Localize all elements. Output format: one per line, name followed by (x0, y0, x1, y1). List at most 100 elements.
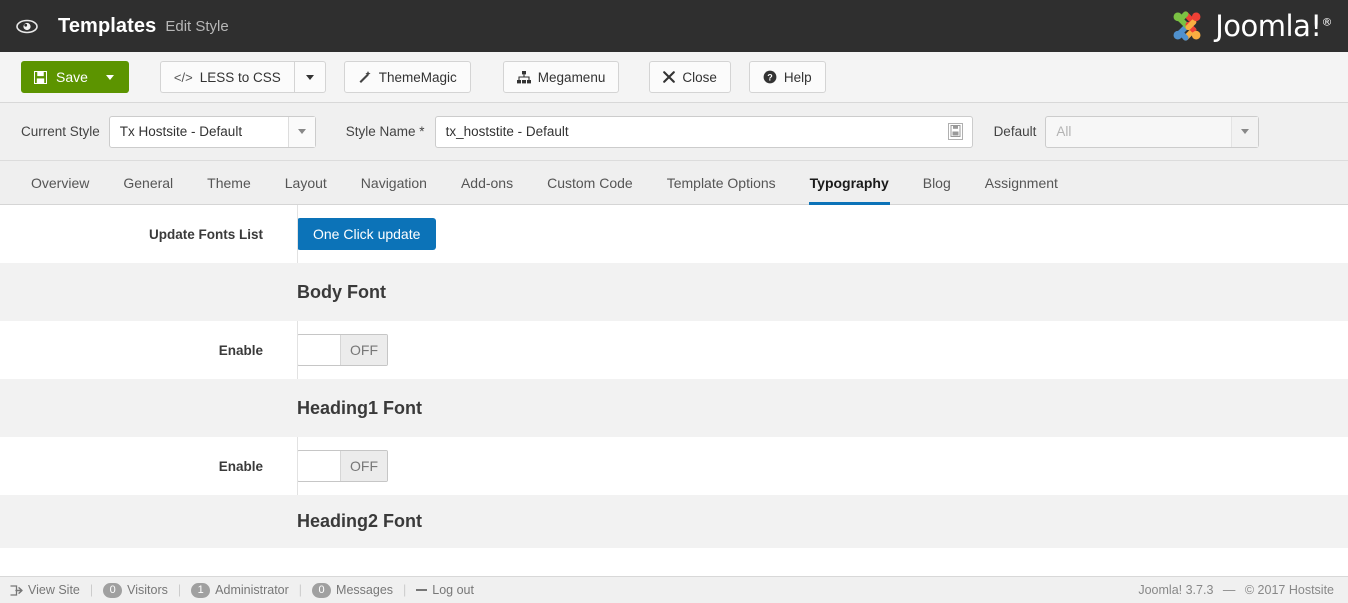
save-button-label: Save (56, 69, 88, 85)
tab-assignment[interactable]: Assignment (968, 161, 1075, 204)
style-name-value: tx_hoststite - Default (446, 124, 569, 139)
joomla-logo: Joomla!® (1166, 5, 1332, 47)
tab-label: Blog (923, 175, 951, 191)
body-enable-label: Enable (0, 343, 280, 358)
default-value: All (1046, 124, 1231, 139)
body-font-section-header: Body Font (0, 263, 1348, 321)
tab-label: Theme (207, 175, 251, 191)
heading1-font-enable-row: Enable OFF (0, 437, 1348, 495)
tab-add-ons[interactable]: Add-ons (444, 161, 530, 204)
chevron-down-icon (1231, 117, 1258, 147)
toolbar: Save </> LESS to CSS ThemeMagic (0, 52, 1348, 103)
heading1-font-section-header: Heading1 Font (0, 379, 1348, 437)
style-name-input[interactable]: tx_hoststite - Default (435, 116, 973, 148)
joomla-brand-text: Joomla! (1215, 9, 1321, 43)
toggle-knob (298, 451, 340, 481)
typography-panel: Update Fonts List One Click update Body … (0, 205, 1348, 548)
heading1-enable-label: Enable (0, 459, 280, 474)
toggle-state-label: OFF (340, 335, 387, 365)
heading1-font-title: Heading1 Font (0, 398, 422, 419)
tab-template-options[interactable]: Template Options (650, 161, 793, 204)
joomla-wordmark: Joomla!® (1215, 9, 1332, 43)
tab-label: Navigation (361, 175, 427, 191)
default-label: Default (994, 124, 1037, 139)
external-link-icon (10, 585, 23, 596)
less-to-css-label: LESS to CSS (200, 70, 281, 85)
body-font-enable-toggle[interactable]: OFF (297, 334, 388, 366)
floppy-disk-icon (34, 71, 47, 84)
chevron-down-icon[interactable] (106, 75, 114, 80)
footer-divider: | (90, 583, 93, 597)
save-button[interactable]: Save (21, 61, 129, 93)
logout-link[interactable]: Log out (416, 583, 474, 597)
visitors-label: Visitors (127, 583, 168, 597)
tab-theme[interactable]: Theme (190, 161, 268, 204)
body-enable-field: OFF (280, 334, 388, 366)
chevron-down-icon (288, 117, 315, 147)
visitors-count-badge: 0 (103, 583, 122, 598)
body-font-enable-row: Enable OFF (0, 321, 1348, 379)
messages-count-badge: 0 (312, 583, 331, 598)
tab-overview[interactable]: Overview (14, 161, 106, 204)
heading2-font-section-header: Heading2 Font (0, 495, 1348, 548)
view-site-link[interactable]: View Site (10, 583, 80, 597)
joomla-version: Joomla! 3.7.3 (1138, 583, 1213, 597)
heading1-font-enable-toggle[interactable]: OFF (297, 450, 388, 482)
update-fonts-label: Update Fonts List (0, 227, 280, 242)
magic-wand-icon (358, 70, 372, 84)
tab-label: Custom Code (547, 175, 633, 191)
style-form-bar: Current Style Tx Hostsite - Default Styl… (0, 103, 1348, 161)
footer-dash: — (1223, 583, 1236, 597)
tab-label: General (123, 175, 173, 191)
one-click-update-button[interactable]: One Click update (297, 218, 436, 250)
tab-label: Typography (810, 175, 889, 191)
update-fonts-row: Update Fonts List One Click update (0, 205, 1348, 263)
copyright-text: © 2017 Hostsite (1245, 583, 1334, 597)
megamenu-label: Megamenu (538, 70, 606, 85)
tab-label: Assignment (985, 175, 1058, 191)
current-style-select[interactable]: Tx Hostsite - Default (109, 116, 316, 148)
less-to-css-dropdown-toggle[interactable] (294, 61, 326, 93)
code-icon: </> (174, 70, 193, 85)
save-field-icon[interactable] (945, 121, 967, 143)
tab-label: Add-ons (461, 175, 513, 191)
tab-general[interactable]: General (106, 161, 190, 204)
heading1-enable-field: OFF (280, 450, 388, 482)
minus-icon (416, 588, 427, 592)
page-title: Templates (58, 15, 156, 38)
help-button-label: Help (784, 70, 812, 85)
tab-typography[interactable]: Typography (793, 161, 906, 204)
close-button[interactable]: Close (649, 61, 731, 93)
administrator-count-badge: 1 (191, 583, 210, 598)
megamenu-button[interactable]: Megamenu (503, 61, 620, 93)
default-select[interactable]: All (1045, 116, 1259, 148)
body-font-title: Body Font (0, 282, 386, 303)
messages-status[interactable]: 0 Messages (312, 583, 393, 598)
administrator-label: Administrator (215, 583, 289, 597)
chevron-down-icon (306, 75, 314, 80)
less-to-css-button[interactable]: </> LESS to CSS (160, 61, 294, 93)
tab-layout[interactable]: Layout (268, 161, 344, 204)
close-button-label: Close (682, 70, 717, 85)
question-circle-icon: ? (763, 70, 777, 84)
footer-divider: | (299, 583, 302, 597)
tab-navigation[interactable]: Navigation (344, 161, 444, 204)
heading2-font-title: Heading2 Font (0, 511, 422, 532)
page-subtitle: Edit Style (165, 18, 228, 35)
tab-label: Overview (31, 175, 89, 191)
footer-divider: | (178, 583, 181, 597)
footer-version-info: Joomla! 3.7.3 — © 2017 Hostsite (1138, 583, 1334, 597)
help-button[interactable]: ? Help (749, 61, 826, 93)
logout-label: Log out (432, 583, 474, 597)
less-to-css-split-button: </> LESS to CSS (160, 61, 326, 93)
tab-blog[interactable]: Blog (906, 161, 968, 204)
registered-mark: ® (1322, 15, 1333, 28)
eye-icon[interactable] (14, 13, 40, 39)
messages-label: Messages (336, 583, 393, 597)
administrator-status[interactable]: 1 Administrator (191, 583, 289, 598)
tab-custom-code[interactable]: Custom Code (530, 161, 650, 204)
view-site-label: View Site (28, 583, 80, 597)
visitors-status[interactable]: 0 Visitors (103, 583, 168, 598)
toggle-state-label: OFF (340, 451, 387, 481)
thememagic-button[interactable]: ThemeMagic (344, 61, 471, 93)
